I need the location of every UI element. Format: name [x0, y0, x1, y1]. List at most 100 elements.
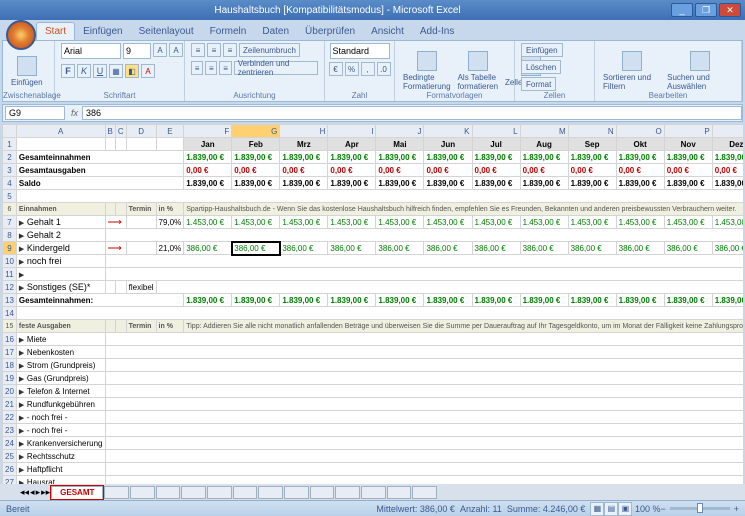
find-select-button[interactable]: Suchen und Auswählen: [665, 49, 735, 93]
row-7[interactable]: 7: [3, 216, 17, 229]
cond-format-button[interactable]: Bedingte Formatierung: [401, 49, 453, 93]
col-H[interactable]: H: [280, 125, 328, 138]
view-normal-button[interactable]: ▦: [590, 502, 604, 516]
wrap-text-button[interactable]: Zeilenumbruch: [239, 43, 300, 57]
sheet-tab-gesamt[interactable]: GESAMT: [51, 486, 103, 499]
expand-icon[interactable]: ▶: [19, 440, 27, 448]
worksheet-grid[interactable]: A B C D E F G H I J K L M N O P Q R 1 Ja…: [2, 124, 743, 484]
col-B[interactable]: B: [105, 125, 115, 138]
list-item[interactable]: ▶Krankenversicherung: [16, 437, 105, 450]
tab-view[interactable]: Ansicht: [363, 23, 412, 40]
zoom-thumb[interactable]: [697, 503, 703, 513]
close-button[interactable]: ✕: [719, 3, 741, 17]
expand-icon[interactable]: ▶: [19, 453, 27, 461]
align-mid-button[interactable]: ≡: [207, 43, 221, 57]
align-center-button[interactable]: ≡: [205, 61, 217, 75]
row-8[interactable]: 8: [3, 229, 17, 242]
sheet-tab[interactable]: [156, 486, 181, 499]
row-20[interactable]: 20: [3, 385, 17, 398]
sheet-tab[interactable]: [284, 486, 309, 499]
paste-button[interactable]: Einfügen: [9, 54, 45, 89]
col-M[interactable]: M: [520, 125, 568, 138]
list-item[interactable]: ▶Telefon & Internet: [16, 385, 105, 398]
row-9[interactable]: 9: [3, 242, 17, 255]
expand-icon[interactable]: ▶: [19, 414, 27, 422]
view-layout-button[interactable]: ▤: [604, 502, 618, 516]
col-D[interactable]: D: [126, 125, 156, 138]
expand-icon[interactable]: ▶: [19, 375, 27, 383]
expand-icon[interactable]: ▶: [19, 258, 27, 266]
tab-layout[interactable]: Seitenlayout: [131, 23, 202, 40]
col-A[interactable]: A: [16, 125, 105, 138]
expand-icon[interactable]: ▶: [19, 284, 27, 292]
tab-nav-next[interactable]: ▸: [36, 487, 41, 498]
underline-button[interactable]: U: [93, 64, 107, 78]
fx-icon[interactable]: fx: [67, 108, 82, 118]
row-27[interactable]: 27: [3, 476, 17, 485]
col-J[interactable]: J: [376, 125, 424, 138]
row-6[interactable]: 6: [3, 203, 17, 216]
col-E[interactable]: E: [156, 125, 184, 138]
comma-button[interactable]: ,: [361, 62, 375, 76]
expand-icon[interactable]: ▶: [19, 388, 27, 396]
name-box[interactable]: [5, 106, 65, 120]
align-left-button[interactable]: ≡: [191, 61, 203, 75]
list-item[interactable]: ▶Hausrat: [16, 476, 105, 485]
expand-icon[interactable]: ▶: [19, 362, 27, 370]
row-21[interactable]: 21: [3, 398, 17, 411]
tab-formulas[interactable]: Formeln: [202, 23, 255, 40]
row-23[interactable]: 23: [3, 424, 17, 437]
font-size-select[interactable]: [123, 43, 151, 59]
font-name-select[interactable]: [61, 43, 121, 59]
border-button[interactable]: ▦: [109, 64, 123, 78]
tab-data[interactable]: Daten: [254, 23, 297, 40]
col-L[interactable]: L: [472, 125, 520, 138]
col-G[interactable]: G: [232, 125, 280, 138]
col-N[interactable]: N: [568, 125, 616, 138]
row-4[interactable]: 4: [3, 177, 17, 190]
align-right-button[interactable]: ≡: [219, 61, 231, 75]
sheet-tab[interactable]: [130, 486, 155, 499]
percent-button[interactable]: %: [345, 62, 359, 76]
list-item[interactable]: ▶Rechtsschutz: [16, 450, 105, 463]
row-19[interactable]: 19: [3, 372, 17, 385]
list-item[interactable]: ▶- noch frei -: [16, 411, 105, 424]
list-item[interactable]: ▶Rundfunkgebühren: [16, 398, 105, 411]
row-24[interactable]: 24: [3, 437, 17, 450]
list-item[interactable]: ▶Nebenkosten: [16, 346, 105, 359]
row-1[interactable]: 1: [3, 138, 17, 151]
list-item[interactable]: ▶- noch frei -: [16, 424, 105, 437]
zoom-slider[interactable]: [670, 507, 730, 510]
row-16[interactable]: 16: [3, 333, 17, 346]
font-color-button[interactable]: A: [141, 64, 155, 78]
list-item[interactable]: ▶Strom (Grundpreis): [16, 359, 105, 372]
row-25[interactable]: 25: [3, 450, 17, 463]
col-C[interactable]: C: [115, 125, 126, 138]
expand-icon[interactable]: ▶: [19, 336, 27, 344]
expand-icon[interactable]: ▶: [19, 245, 27, 253]
row-12[interactable]: 12: [3, 281, 17, 294]
row-3[interactable]: 3: [3, 164, 17, 177]
expand-icon[interactable]: ▶: [19, 232, 27, 240]
tab-insert[interactable]: Einfügen: [75, 23, 130, 40]
row-26[interactable]: 26: [3, 463, 17, 476]
align-bot-button[interactable]: ≡: [223, 43, 237, 57]
maximize-button[interactable]: ❐: [695, 3, 717, 17]
sheet-tab[interactable]: [181, 486, 206, 499]
sheet-tab[interactable]: [233, 486, 258, 499]
expand-icon[interactable]: ▶: [19, 466, 27, 474]
row-17[interactable]: 17: [3, 346, 17, 359]
currency-button[interactable]: €: [329, 62, 343, 76]
sheet-tab[interactable]: [310, 486, 335, 499]
tab-review[interactable]: Überprüfen: [297, 23, 363, 40]
inc-decimal-button[interactable]: .0: [377, 62, 391, 76]
sheet-tab[interactable]: [258, 486, 283, 499]
table-format-button[interactable]: Als Tabelle formatieren: [456, 49, 500, 93]
italic-button[interactable]: K: [77, 64, 91, 78]
col-F[interactable]: F: [184, 125, 232, 138]
grow-font-button[interactable]: A: [153, 43, 167, 57]
row-15[interactable]: 15: [3, 320, 17, 333]
row-10[interactable]: 10: [3, 255, 17, 268]
col-P[interactable]: P: [664, 125, 712, 138]
sheet-tab[interactable]: [412, 486, 437, 499]
